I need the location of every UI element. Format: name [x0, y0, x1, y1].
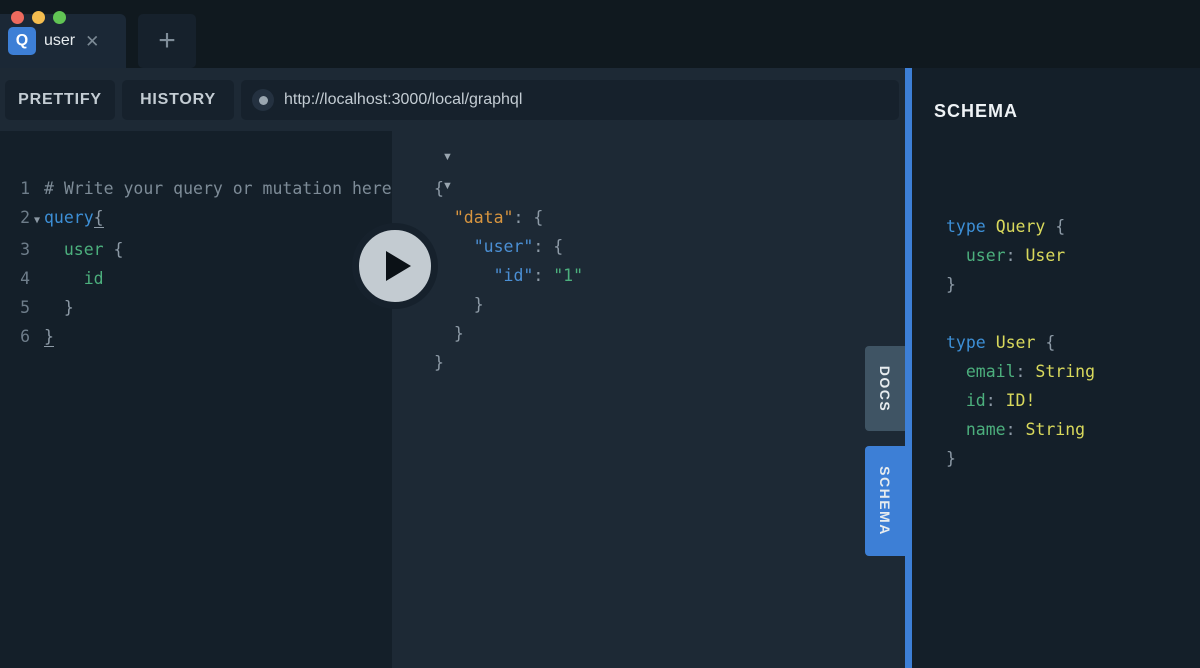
query-editor[interactable]: 1 # Write your query or mutation here 2 ▼ q… [0, 131, 392, 668]
endpoint-url-bar[interactable]: http://localhost:3000/local/graphql [241, 80, 899, 120]
schema-kw-type-user: type [946, 333, 986, 352]
schema-type-user[interactable]: User [996, 333, 1036, 352]
graphiql-toolbar: PRETTIFY HISTORY http://localhost:3000/l… [0, 68, 905, 131]
result-fold-arrow-data[interactable]: ▼ [442, 180, 453, 192]
window-controls [11, 11, 66, 24]
close-tab-icon[interactable]: ✕ [85, 33, 99, 50]
schema-user-close: } [946, 449, 956, 468]
graphql-tab-badge-icon: Q [8, 27, 36, 55]
user-open-brace: { [103, 240, 124, 259]
result-user-colon: : { [533, 237, 564, 256]
line-number: 1 [20, 179, 30, 198]
query-keyword: query [44, 208, 94, 227]
result-fold-arrow-root[interactable]: ▼ [442, 151, 453, 163]
query-field-user: user [63, 240, 104, 259]
schema-user-open: { [1035, 333, 1056, 352]
docs-tab[interactable]: DOCS [865, 346, 905, 431]
schema-panel-title: SCHEMA [934, 101, 1019, 121]
tab-label: user [44, 32, 76, 49]
result-key-data: "data" [453, 208, 514, 227]
schema-field-email[interactable]: email [966, 362, 1016, 381]
result-close-data: } [453, 324, 464, 343]
maximize-window-button[interactable] [53, 11, 66, 24]
main-body: PRETTIFY HISTORY http://localhost:3000/l… [0, 68, 1200, 668]
schema-field-name[interactable]: name [966, 420, 1006, 439]
query-editor-code[interactable]: 1 # Write your query or mutation here 2 ▼ q… [0, 131, 392, 380]
schema-kw-type-query: type [946, 217, 986, 236]
schema-field-name-type[interactable]: String [1026, 420, 1086, 439]
schema-query-open: { [1045, 217, 1066, 236]
endpoint-url-value[interactable]: http://localhost:3000/local/graphql [284, 91, 522, 109]
query-open-brace: { [93, 208, 104, 228]
line-number: 6 [20, 327, 30, 346]
new-tab-button[interactable]: + [138, 14, 196, 68]
line-number: 2 [20, 208, 30, 227]
fold-arrow-icon[interactable]: ▼ [30, 206, 44, 235]
schema-field-user[interactable]: user [966, 246, 1006, 265]
schema-query-close: } [946, 275, 956, 294]
execute-query-button[interactable] [352, 223, 438, 309]
docs-tab-label: DOCS [877, 365, 894, 412]
line-number: 3 [20, 240, 30, 259]
prettify-button[interactable]: PRETTIFY [5, 80, 115, 120]
query-close-brace: } [44, 327, 54, 347]
minimize-window-button[interactable] [32, 11, 45, 24]
history-button[interactable]: HISTORY [122, 80, 234, 120]
schema-tab-label: SCHEMA [877, 466, 894, 536]
pane-resize-handle[interactable] [905, 68, 912, 668]
schema-definition-code: type Query { user: User } type User { em… [946, 217, 1096, 468]
schema-field-id-type[interactable]: ID! [1006, 391, 1036, 410]
result-id-colon: : [533, 266, 554, 285]
editor-results-pane: PRETTIFY HISTORY http://localhost:3000/l… [0, 68, 905, 668]
schema-field-id[interactable]: id [966, 391, 986, 410]
schema-type-query[interactable]: Query [996, 217, 1046, 236]
play-icon [385, 251, 411, 281]
close-window-button[interactable] [11, 11, 24, 24]
line-number: 5 [20, 298, 30, 317]
schema-tab[interactable]: SCHEMA [865, 446, 905, 556]
result-close-user: } [473, 295, 484, 314]
result-data-colon: : { [513, 208, 544, 227]
graphiql-app: Q user ✕ + PRETTIFY HISTORY http://local… [0, 0, 1200, 668]
connection-status-icon [252, 89, 274, 111]
title-bar: Q user ✕ + [0, 0, 1200, 68]
query-field-id: id [83, 269, 104, 288]
results-code: { "data": { "user": { "id": "1" } } } [392, 131, 905, 406]
line-number: 4 [20, 269, 30, 288]
schema-panel: SCHEMA type Query { user: User } type Us… [912, 68, 1200, 668]
user-close-brace: } [63, 298, 74, 317]
result-key-id: "id" [493, 266, 534, 285]
result-value-id: "1" [553, 266, 584, 285]
schema-field-email-type[interactable]: String [1035, 362, 1095, 381]
result-close-root: } [434, 353, 444, 372]
schema-field-user-type[interactable]: User [1026, 246, 1066, 265]
results-viewer[interactable]: ▼ ▼ { "data": { "user": { "id": "1" } } … [392, 131, 905, 668]
query-line-1-comment: # Write your query or mutation here [44, 179, 392, 198]
result-key-user: "user" [473, 237, 534, 256]
